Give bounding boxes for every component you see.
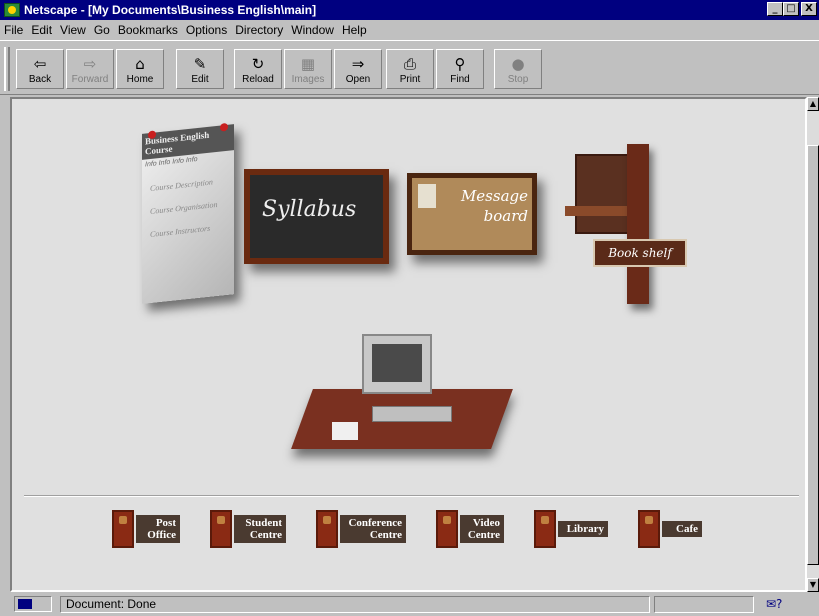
- cafe-door[interactable]: Cafe: [638, 509, 702, 549]
- student-centre-label: Student Centre: [234, 515, 286, 543]
- forward-label: Forward: [71, 74, 109, 85]
- page-content: Business English Course Info Info Info I…: [10, 97, 807, 592]
- menu-edit[interactable]: Edit: [31, 23, 52, 37]
- course-info-poster[interactable]: Business English Course Info Info Info I…: [142, 122, 234, 304]
- status-text: Document: Done: [60, 596, 650, 613]
- back-icon: ⇦: [33, 55, 47, 73]
- find-button[interactable]: ⚲ Find: [436, 49, 484, 89]
- stop-button[interactable]: ● Stop: [494, 49, 542, 89]
- forward-icon: ⇨: [83, 55, 97, 73]
- edit-button[interactable]: ✎ Edit: [176, 49, 224, 89]
- scroll-thumb[interactable]: [807, 145, 819, 565]
- menu-directory[interactable]: Directory: [235, 23, 283, 37]
- menu-view[interactable]: View: [60, 23, 86, 37]
- images-icon: ▦: [300, 55, 316, 73]
- vertical-scrollbar[interactable]: ▲ ▼: [807, 97, 819, 592]
- back-label: Back: [28, 74, 52, 85]
- book-shelf-sign: Book shelf: [593, 239, 687, 267]
- computer-icon: [362, 334, 432, 394]
- forward-button[interactable]: ⇨ Forward: [66, 49, 114, 89]
- minimize-button[interactable]: _: [767, 2, 783, 16]
- shelf-plank: [565, 206, 635, 216]
- edit-icon: ✎: [193, 55, 207, 73]
- conference-centre-door[interactable]: Conference Centre: [316, 509, 406, 549]
- menu-window[interactable]: Window: [291, 23, 334, 37]
- menu-options[interactable]: Options: [186, 23, 227, 37]
- close-button[interactable]: X: [801, 2, 817, 16]
- window-title: Netscape - [My Documents\Business Englis…: [24, 3, 317, 17]
- status-bar: Document: Done ✉?: [0, 594, 819, 616]
- library-door[interactable]: Library: [534, 509, 608, 549]
- find-icon: ⚲: [454, 55, 466, 73]
- cafe-label: Cafe: [662, 521, 702, 537]
- door-icon: [638, 510, 660, 548]
- toolbar-grip[interactable]: [4, 47, 10, 91]
- scroll-up-arrow-icon[interactable]: ▲: [807, 97, 819, 111]
- window-controls: _ □ X: [767, 2, 817, 16]
- keyboard-icon: [372, 406, 452, 422]
- menu-go[interactable]: Go: [94, 23, 110, 37]
- student-centre-door[interactable]: Student Centre: [210, 509, 286, 549]
- reload-label: Reload: [242, 74, 274, 85]
- library-label: Library: [558, 521, 608, 537]
- book-shelf[interactable]: Book shelf: [565, 144, 687, 304]
- print-icon: ⎙: [403, 55, 416, 73]
- print-label: Print: [399, 74, 421, 85]
- computer-desk[interactable]: [291, 334, 513, 474]
- maximize-button[interactable]: □: [783, 2, 799, 16]
- images-label: Images: [291, 74, 325, 85]
- message-board[interactable]: Message board: [407, 173, 537, 255]
- open-label: Open: [345, 74, 371, 85]
- open-button[interactable]: ⇒ Open: [334, 49, 382, 89]
- post-office-door[interactable]: Post Office: [112, 509, 180, 549]
- status-progress: [654, 596, 754, 613]
- shelf-back: [575, 154, 635, 234]
- reload-button[interactable]: ↻ Reload: [234, 49, 282, 89]
- open-icon: ⇒: [351, 55, 365, 73]
- message-board-label: Message board: [460, 187, 528, 225]
- scroll-down-arrow-icon[interactable]: ▼: [807, 578, 819, 592]
- menu-bookmarks[interactable]: Bookmarks: [118, 23, 178, 37]
- paper-icon: [332, 422, 358, 440]
- home-button[interactable]: ⌂ Home: [116, 49, 164, 89]
- menu-help[interactable]: Help: [342, 23, 367, 37]
- netscape-logo-icon: [4, 3, 20, 17]
- conference-centre-label: Conference Centre: [340, 515, 406, 543]
- video-centre-label: Video Centre: [460, 515, 504, 543]
- door-icon: [112, 510, 134, 548]
- print-button[interactable]: ⎙ Print: [386, 49, 434, 89]
- stop-label: Stop: [507, 74, 529, 85]
- post-office-label: Post Office: [136, 515, 180, 543]
- divider: [24, 495, 799, 497]
- syllabus-label: Syllabus: [262, 197, 357, 222]
- find-label: Find: [450, 74, 470, 85]
- title-bar: Netscape - [My Documents\Business Englis…: [0, 0, 819, 20]
- door-icon: [210, 510, 232, 548]
- mail-icon[interactable]: ✉?: [766, 597, 782, 611]
- stop-icon: ●: [511, 55, 525, 73]
- menu-bar: File Edit View Go Bookmarks Options Dire…: [0, 20, 819, 40]
- monitor-screen: [372, 344, 422, 382]
- door-icon: [316, 510, 338, 548]
- door-icon: [436, 510, 458, 548]
- back-button[interactable]: ⇦ Back: [16, 49, 64, 89]
- security-key-icon[interactable]: [14, 596, 52, 612]
- syllabus-chalkboard[interactable]: Syllabus: [244, 169, 389, 264]
- images-button[interactable]: ▦ Images: [284, 49, 332, 89]
- home-icon: ⌂: [135, 55, 145, 73]
- home-label: Home: [126, 74, 154, 85]
- note-icon: [418, 184, 436, 208]
- navigation-toolbar: ⇦ Back ⇨ Forward ⌂ Home ✎ Edit ↻ Reload …: [0, 40, 819, 95]
- shelf-post: [627, 144, 649, 304]
- reload-icon: ↻: [251, 55, 265, 73]
- menu-file[interactable]: File: [4, 23, 23, 37]
- video-centre-door[interactable]: Video Centre: [436, 509, 504, 549]
- edit-label: Edit: [191, 74, 209, 85]
- door-icon: [534, 510, 556, 548]
